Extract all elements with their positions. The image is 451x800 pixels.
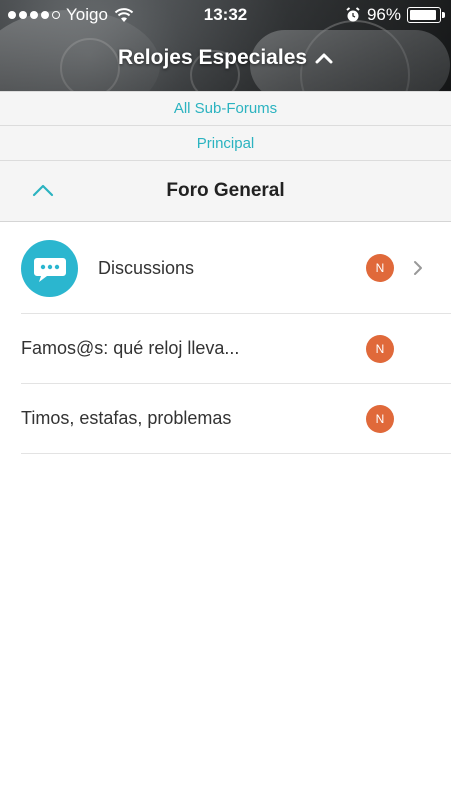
list-item-label: Famos@s: qué reloj lleva... [21, 338, 240, 358]
battery-fill [410, 10, 436, 20]
chat-bubble-glyph [33, 257, 66, 282]
breadcrumb-principal[interactable]: Principal [0, 126, 451, 161]
chat-bubble-icon [21, 240, 78, 297]
breadcrumb-all-subforums[interactable]: All Sub-Forums [0, 91, 451, 126]
section-header[interactable]: Foro General [0, 161, 451, 222]
breadcrumb-label: All Sub-Forums [173, 100, 278, 117]
screen: Yoigo 13:32 96% Relojes Especiales All S… [0, 0, 451, 800]
chevron-right-icon [414, 261, 422, 275]
list-item-label: Timos, estafas, problemas [21, 408, 232, 428]
status-bar: Yoigo 13:32 96% [0, 0, 451, 30]
list-item-timos[interactable]: Timos, estafas, problemas N [21, 384, 451, 454]
new-badge: N [366, 335, 394, 363]
breadcrumb-label: Principal [196, 134, 255, 152]
alarm-clock-icon [346, 7, 360, 22]
chevron-up-icon [315, 53, 333, 64]
forum-title-dropdown[interactable]: Relojes Especiales [0, 46, 451, 70]
list-item-label: Discussions [98, 258, 195, 278]
section-title: Foro General [166, 180, 285, 201]
battery-icon [407, 7, 445, 23]
page-title: Relojes Especiales [117, 46, 308, 69]
header-banner: Yoigo 13:32 96% Relojes Especiales [0, 0, 451, 91]
new-badge: N [366, 254, 394, 282]
status-right: 96% [345, 5, 445, 25]
list-item-famosos[interactable]: Famos@s: qué reloj lleva... N [21, 314, 451, 384]
list-item-discussions[interactable]: Discussions N [21, 222, 451, 314]
new-badge: N [366, 405, 394, 433]
battery-percentage: 96% [366, 5, 401, 24]
